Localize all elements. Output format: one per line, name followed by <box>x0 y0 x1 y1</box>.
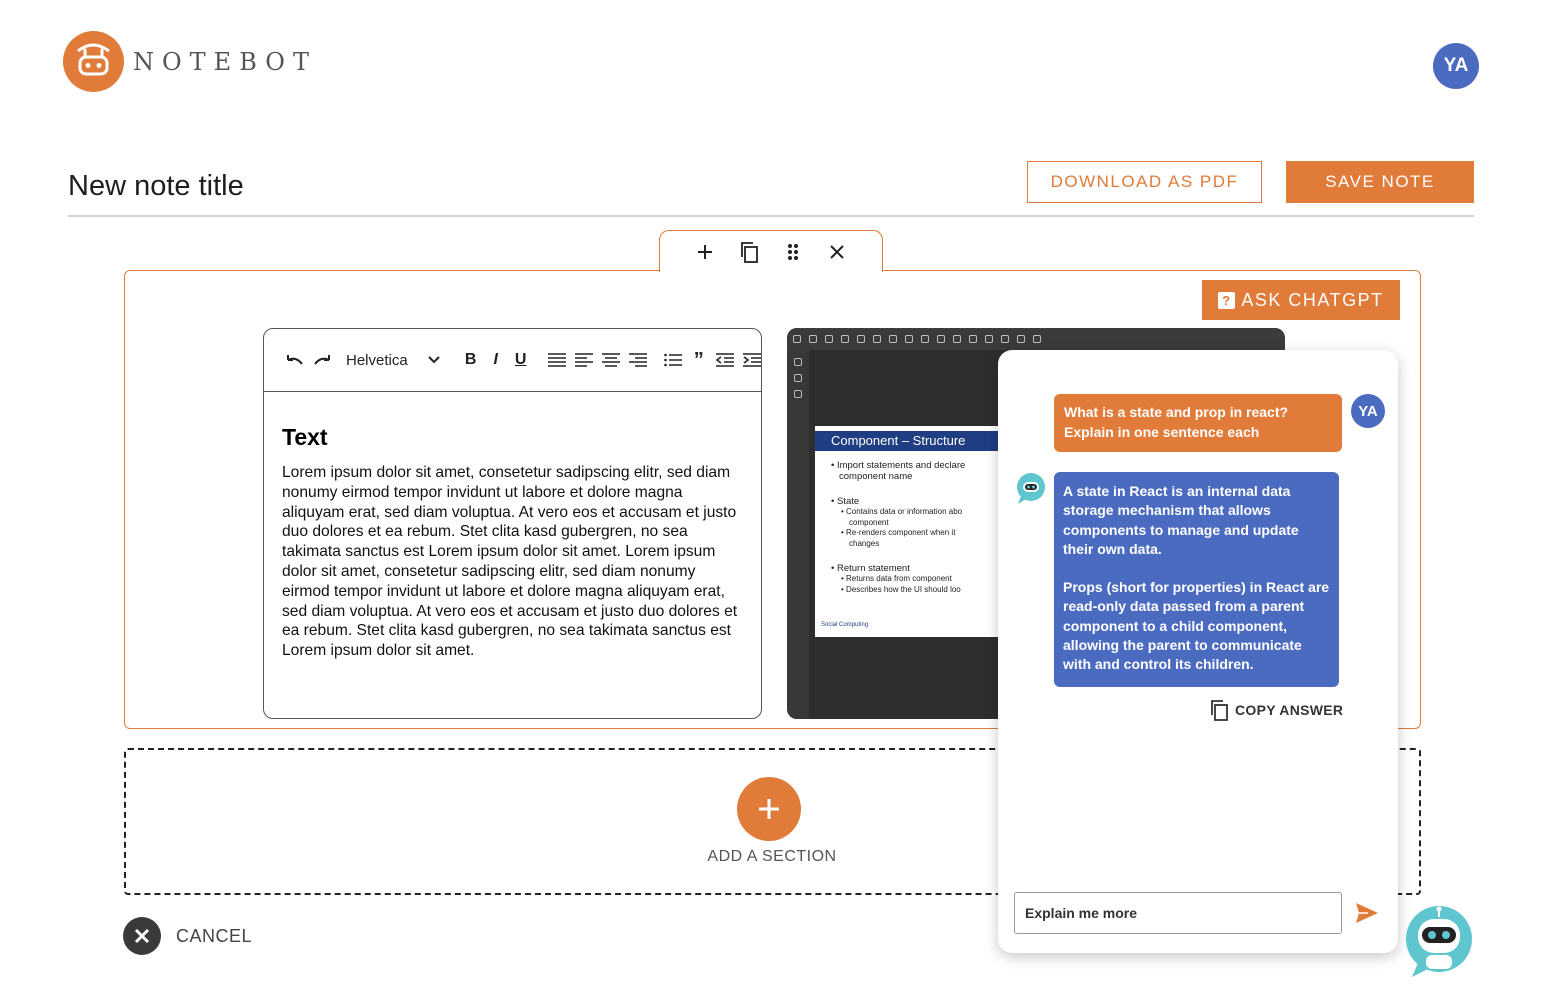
align-right-icon[interactable] <box>628 350 647 370</box>
pdf-tool-icon[interactable] <box>825 335 833 343</box>
ask-chatgpt-label: ASK CHATGPT <box>1241 289 1384 310</box>
pdf-tool-icon[interactable] <box>857 335 865 343</box>
font-family-value: Helvetica <box>346 351 408 369</box>
plus-icon[interactable] <box>692 239 718 265</box>
italic-icon[interactable]: I <box>488 350 504 370</box>
undo-icon[interactable] <box>284 350 304 370</box>
chatbot-fab-icon[interactable] <box>1404 905 1474 979</box>
copy-answer-button[interactable]: COPY ANSWER <box>1209 699 1343 721</box>
chevron-down-icon <box>427 356 440 364</box>
user-avatar[interactable]: YA <box>1433 43 1479 89</box>
slide-logo: Social Computing <box>821 622 869 628</box>
pdf-tool-icon[interactable] <box>873 335 881 343</box>
editor-toolbar: Helvetica B I U ” <box>264 329 761 392</box>
pdf-tool-icon[interactable] <box>921 335 929 343</box>
bot-answer-paragraph: Props (short for properties) in React ar… <box>1063 579 1330 673</box>
copy-answer-label: COPY ANSWER <box>1235 702 1344 718</box>
chat-input[interactable] <box>1014 892 1342 934</box>
slide-sub-bullet: changes <box>849 538 880 548</box>
text-editor: Helvetica B I U ” Text Lorem ipsum dolor… <box>263 328 762 719</box>
slide-bullet: • State <box>831 496 860 507</box>
slide-sub-bullet: • Re-renders component when it <box>841 528 956 537</box>
pdf-toolbar <box>787 328 1285 350</box>
save-note-button[interactable]: SAVE NOTE <box>1286 161 1474 203</box>
slide-bullet: component name <box>839 471 913 482</box>
pdf-tool-icon[interactable] <box>953 335 961 343</box>
pdf-tool-icon[interactable] <box>1001 335 1009 343</box>
brand-name: NOTEBOT <box>133 48 317 76</box>
bullet-list-icon[interactable] <box>663 350 682 370</box>
download-pdf-button[interactable]: DOWNLOAD AS PDF <box>1027 161 1262 203</box>
add-section-button[interactable] <box>737 777 801 841</box>
pdf-tool-icon[interactable] <box>809 335 817 343</box>
slide-sub-bullet: • Contains data or information abo <box>841 507 963 516</box>
pdf-tool-icon[interactable] <box>793 335 801 343</box>
plus-icon <box>759 799 779 819</box>
slide-sub-bullet: • Returns data from component <box>841 574 952 583</box>
font-family-select[interactable]: Helvetica <box>346 352 440 369</box>
quote-icon[interactable]: ” <box>691 349 707 371</box>
align-left-icon[interactable] <box>574 350 593 370</box>
pdf-sidebar <box>787 350 809 719</box>
pdf-page: Component – Structure • Import statement… <box>815 426 1015 637</box>
slide-sub-bullet: component <box>849 517 889 527</box>
notebot-logo-icon <box>63 31 124 92</box>
editor-content[interactable]: Text Lorem ipsum dolor sit amet, consete… <box>264 392 761 661</box>
slide-bullet: • Return statement <box>831 563 910 574</box>
slide-title: Component – Structure <box>815 431 1015 451</box>
pdf-attachment-icon[interactable] <box>794 390 802 398</box>
user-message: What is a state and prop in react? Expla… <box>1054 394 1342 452</box>
pdf-tool-icon[interactable] <box>1017 335 1025 343</box>
title-divider <box>68 215 1474 217</box>
send-icon[interactable] <box>1354 901 1380 925</box>
pdf-tool-icon[interactable] <box>841 335 849 343</box>
question-icon: ? <box>1218 291 1236 309</box>
copy-icon[interactable] <box>736 239 762 265</box>
pdf-tool-icon[interactable] <box>905 335 913 343</box>
redo-icon[interactable] <box>313 350 333 370</box>
pdf-tool-icon[interactable] <box>889 335 897 343</box>
bold-icon[interactable]: B <box>463 350 479 370</box>
close-icon[interactable] <box>824 239 850 265</box>
outdent-icon[interactable] <box>715 350 734 370</box>
pdf-tool-icon[interactable] <box>985 335 993 343</box>
section-toolbar <box>659 230 883 272</box>
ask-chatgpt-button[interactable]: ? ASK CHATGPT <box>1202 280 1400 320</box>
slide-bullet: • Import statements and declare <box>831 460 966 471</box>
cancel-button[interactable]: CANCEL <box>176 926 252 947</box>
pdf-bookmark-icon[interactable] <box>794 374 802 382</box>
pdf-thumbnails-icon[interactable] <box>794 358 802 366</box>
bot-message: A state in React is an internal data sto… <box>1054 472 1339 687</box>
editor-body-text: Lorem ipsum dolor sit amet, consetetur s… <box>282 464 738 660</box>
slide-sub-bullet: • Describes how the UI should loo <box>841 584 961 594</box>
chatgpt-panel: What is a state and prop in react? Expla… <box>998 350 1398 953</box>
align-center-icon[interactable] <box>601 350 620 370</box>
bot-avatar-icon <box>1015 472 1047 506</box>
pdf-tool-icon[interactable] <box>969 335 977 343</box>
underline-icon[interactable]: U <box>513 350 529 370</box>
bot-answer-paragraph: A state in React is an internal data sto… <box>1063 483 1299 557</box>
slide-bullets: • Import statements and declare componen… <box>831 460 965 595</box>
chat-user-avatar: YA <box>1351 394 1385 428</box>
copy-icon <box>1211 700 1228 721</box>
editor-heading: Text <box>282 424 328 450</box>
align-justify-icon[interactable] <box>547 350 566 370</box>
indent-icon[interactable] <box>742 350 761 370</box>
pdf-tool-icon[interactable] <box>937 335 945 343</box>
drag-handle-icon[interactable] <box>780 239 806 265</box>
note-title[interactable]: New note title <box>68 170 244 203</box>
pdf-tool-icon[interactable] <box>1033 335 1041 343</box>
cancel-icon[interactable] <box>123 917 161 955</box>
add-section-label: ADD A SECTION <box>707 848 837 865</box>
